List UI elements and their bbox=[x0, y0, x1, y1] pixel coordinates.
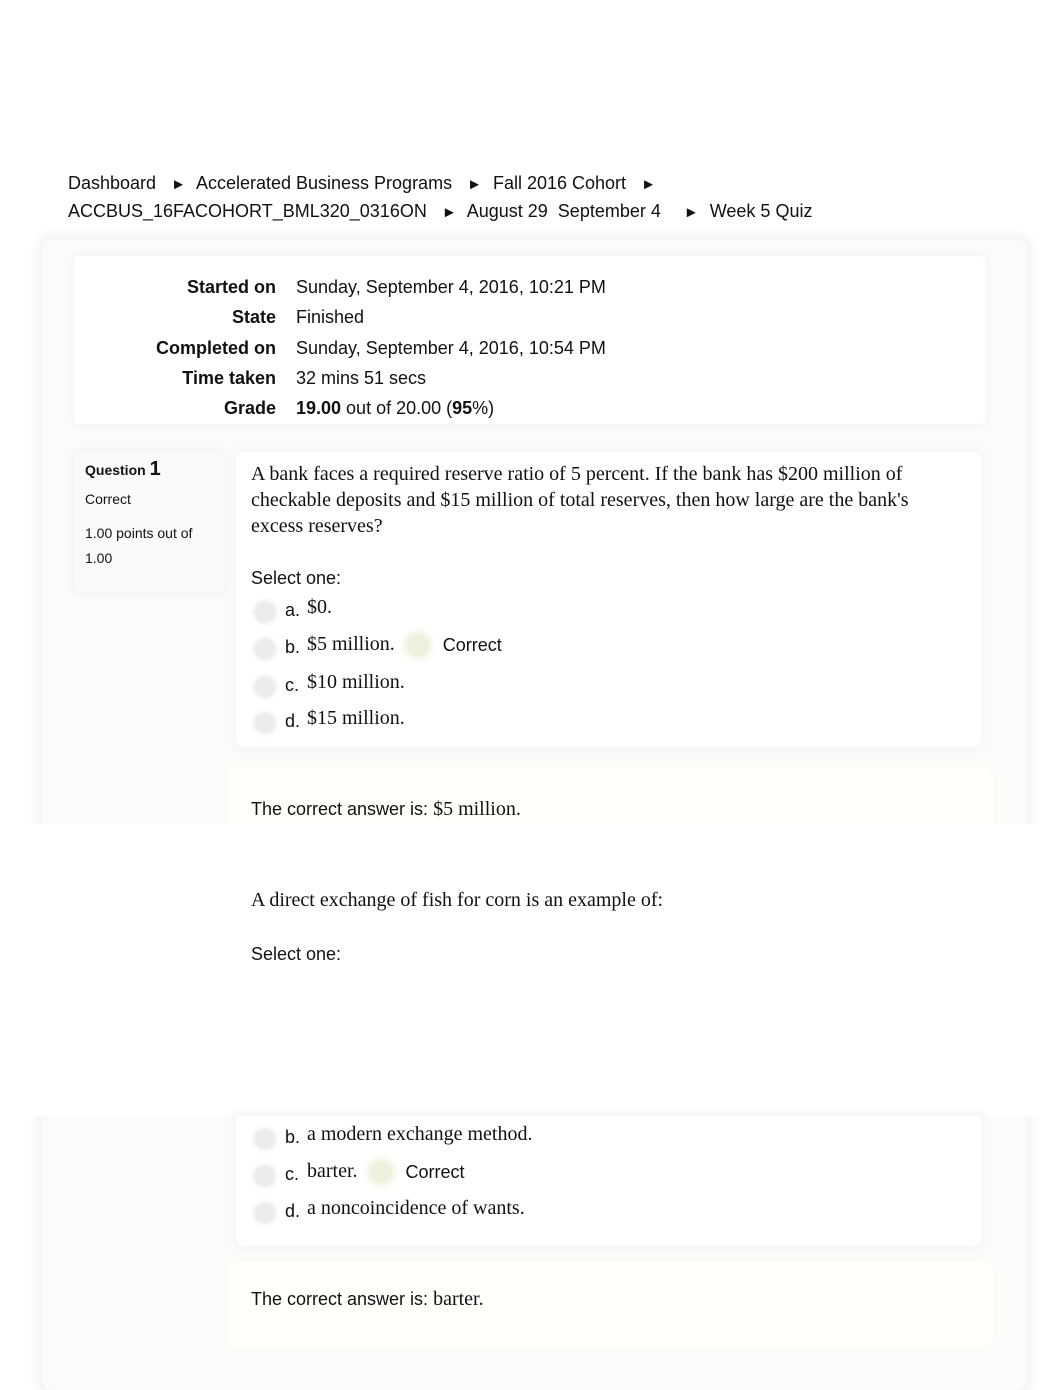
question-number: Question 1 bbox=[85, 458, 225, 481]
answer-text: barter. Correct bbox=[307, 1160, 465, 1184]
right-answer: The correct answer is: $5 million. bbox=[251, 798, 521, 821]
breadcrumb-separator-icon: ► bbox=[441, 204, 457, 221]
answer-feedback: Correct bbox=[405, 1161, 465, 1182]
grade-percent: 95 bbox=[452, 398, 473, 418]
answer-letter: d. bbox=[285, 1201, 301, 1221]
summary-value: Sunday, September 4, 2016, 10:21 PM bbox=[296, 277, 606, 297]
question-label: Question bbox=[85, 462, 146, 478]
summary-row-grade: Grade 19.00 out of 20.00 (95%) bbox=[74, 393, 986, 423]
radio-button[interactable] bbox=[255, 1203, 275, 1223]
breadcrumb-separator-icon: ► bbox=[467, 176, 482, 193]
question-1-info: Question 1 Correct 1.00 points out of 1.… bbox=[74, 452, 225, 592]
right-answer-label: The correct answer is: bbox=[251, 799, 434, 819]
radio-button[interactable] bbox=[255, 713, 275, 733]
correct-check-icon bbox=[369, 1161, 392, 1184]
grade-out-of: out of 20.00 ( bbox=[341, 398, 453, 418]
summary-row-state: State Finished bbox=[74, 302, 986, 332]
answer-text: $15 million. bbox=[307, 707, 405, 729]
answer-text: a modern exchange method. bbox=[307, 1123, 533, 1145]
answer-option[interactable]: d. $15 million. bbox=[251, 705, 951, 739]
question-text: A bank faces a required reserve ratio of… bbox=[251, 463, 909, 537]
answer-option[interactable]: d. a noncoincidence of wants. bbox=[251, 1195, 951, 1229]
summary-label: Grade bbox=[223, 398, 276, 418]
answer-option[interactable]: a. $0. bbox=[251, 594, 951, 628]
radio-button-selected[interactable] bbox=[255, 1166, 275, 1186]
breadcrumb-separator-icon: ► bbox=[641, 176, 656, 193]
answer-text: a noncoincidence of wants. bbox=[307, 1197, 525, 1219]
breadcrumb-link-course[interactable]: ACCBUS_16FACOHORT_BML320_0316ON bbox=[68, 201, 427, 221]
answer-option[interactable]: c. barter. Correct bbox=[251, 1158, 951, 1192]
summary-value: Sunday, September 4, 2016, 10:54 PM bbox=[296, 338, 606, 358]
answer-text: $10 million. bbox=[307, 671, 405, 693]
breadcrumb-separator-icon: ► bbox=[683, 204, 699, 221]
breadcrumb-link-dashboard[interactable]: Dashboard bbox=[68, 173, 156, 193]
answer-text: $5 million. Correct bbox=[307, 633, 502, 657]
summary-label: Started on bbox=[186, 277, 276, 297]
answer-text-value: $5 million. bbox=[307, 633, 395, 655]
question-1-formulation: A bank faces a required reserve ratio of… bbox=[236, 452, 981, 747]
summary-value: Finished bbox=[296, 307, 365, 327]
answer-letter: c. bbox=[285, 675, 300, 695]
grade-percent-sign: %) bbox=[472, 398, 495, 418]
radio-button[interactable] bbox=[255, 677, 275, 697]
summary-label: State bbox=[231, 307, 276, 327]
answer-text: $0. bbox=[307, 596, 332, 618]
summary-row-started: Started on Sunday, September 4, 2016, 10… bbox=[74, 272, 986, 302]
summary-label: Time taken bbox=[182, 368, 276, 388]
breadcrumb-link-program[interactable]: Accelerated Business Programs bbox=[196, 173, 452, 193]
question-2-info bbox=[74, 1116, 225, 1376]
grade-value: 19.00 out of 20.00 (95%) bbox=[296, 393, 494, 423]
question-number-value: 1 bbox=[149, 458, 161, 480]
answer-option[interactable]: c. $10 million. bbox=[251, 669, 951, 703]
select-one-prompt: Select one: bbox=[251, 944, 342, 964]
grade-score: 19.00 bbox=[296, 398, 342, 418]
right-answer-value: $5 million. bbox=[433, 798, 521, 820]
answer-letter: b. bbox=[285, 1127, 301, 1147]
breadcrumb-link-cohort[interactable]: Fall 2016 Cohort bbox=[493, 173, 626, 193]
radio-button[interactable] bbox=[255, 602, 275, 622]
breadcrumb-separator-icon: ► bbox=[171, 176, 186, 193]
page-break-gap bbox=[0, 824, 1062, 1116]
right-answer-label: The correct answer is: bbox=[251, 1289, 434, 1309]
summary-row-time-taken: Time taken 32 mins 51 secs bbox=[74, 363, 986, 393]
question-2-formulation: b. a modern exchange method. c. barter. C… bbox=[236, 1116, 981, 1246]
radio-button-selected[interactable] bbox=[255, 639, 275, 659]
answer-option[interactable]: b. $5 million. Correct bbox=[251, 631, 951, 665]
answer-letter: b. bbox=[285, 637, 301, 657]
answer-text-value: barter. bbox=[307, 1160, 358, 1182]
answer-option[interactable]: b. a modern exchange method. bbox=[251, 1121, 951, 1155]
right-answer-value: barter. bbox=[433, 1288, 484, 1310]
answer-letter: a. bbox=[285, 600, 301, 620]
radio-button[interactable] bbox=[255, 1129, 275, 1149]
question-grade: 1.00 points out of 1.00 bbox=[85, 525, 193, 566]
summary-value: 32 mins 51 secs bbox=[296, 368, 427, 388]
question-2-feedback: The correct answer is: barter. bbox=[228, 1262, 993, 1347]
breadcrumb-link-week[interactable]: August 29 September 4 bbox=[467, 201, 661, 221]
correct-check-icon bbox=[406, 634, 429, 657]
right-answer: The correct answer is: barter. bbox=[251, 1288, 484, 1311]
summary-row-completed: Completed on Sunday, September 4, 2016, … bbox=[74, 333, 986, 363]
question-state: Correct bbox=[85, 491, 131, 507]
answer-letter: c. bbox=[285, 1164, 300, 1184]
select-one-prompt: Select one: bbox=[251, 568, 342, 588]
question-text: A direct exchange of fish for corn is an… bbox=[251, 889, 664, 911]
breadcrumb-link-quiz[interactable]: Week 5 Quiz bbox=[710, 201, 813, 221]
answer-feedback: Correct bbox=[442, 634, 502, 655]
answer-letter: d. bbox=[285, 711, 301, 731]
breadcrumb: Dashboard ► Accelerated Business Program… bbox=[68, 170, 928, 226]
summary-label: Completed on bbox=[156, 338, 276, 358]
quiz-summary-table: Started on Sunday, September 4, 2016, 10… bbox=[74, 256, 986, 424]
